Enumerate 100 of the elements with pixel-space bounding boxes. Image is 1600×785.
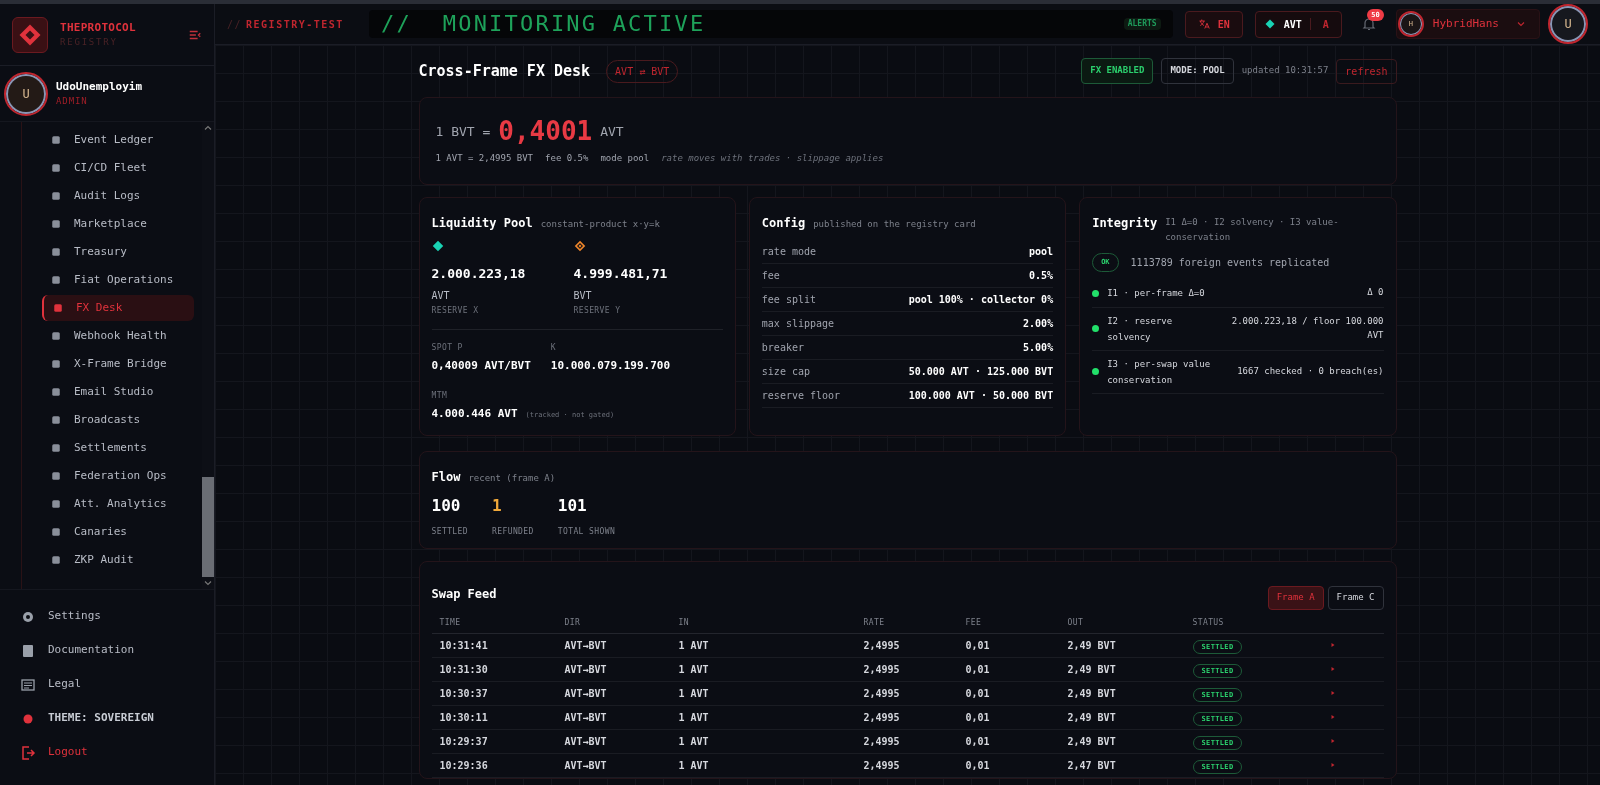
- currency-button[interactable]: AVT A: [1254, 10, 1342, 38]
- frame-tab[interactable]: Frame C: [1327, 586, 1384, 610]
- sidebar-item[interactable]: Att. Analytics: [42, 491, 194, 517]
- sidebar-item[interactable]: FX Desk: [42, 295, 194, 321]
- sidebar-link[interactable]: Legal: [20, 674, 194, 695]
- stat-value: 0,40009 AVT/BVT: [431, 357, 531, 374]
- square-icon: [50, 330, 62, 342]
- sidebar-item[interactable]: Event Ledger: [42, 127, 194, 153]
- table-cell-text: AVT→BVT: [564, 662, 608, 677]
- sidebar-item[interactable]: Marketplace: [42, 211, 194, 237]
- square-icon: [50, 190, 62, 202]
- config-value: 100.000 AVT · 50.000 BVT: [908, 389, 1054, 403]
- column-header: STATUS: [1192, 617, 1225, 629]
- reserve-symbol: AVT: [431, 288, 451, 303]
- account-name: HybridHans: [1432, 15, 1499, 32]
- square-icon: [52, 302, 64, 314]
- table-cell-text: 1 AVT: [678, 710, 710, 725]
- sidebar-link[interactable]: THEME: SOVEREIGN: [20, 708, 194, 729]
- card-title: Integrity: [1092, 215, 1158, 232]
- stat-label: K: [550, 341, 558, 354]
- square-icon: [50, 442, 62, 454]
- config-value: 50.000 AVT · 125.000 BVT: [908, 365, 1054, 379]
- square-icon: [50, 162, 62, 174]
- sidebar-item[interactable]: Broadcasts: [42, 407, 194, 433]
- table-cell-text: 2,49 BVT: [1067, 710, 1117, 725]
- table-cell-text: 2,4995: [863, 734, 901, 749]
- env-label: REGISTRY-TEST: [246, 17, 344, 32]
- scrollbar-track[interactable]: [202, 122, 214, 589]
- config-label: reserve floor: [761, 389, 841, 403]
- scrollbar-thumb[interactable]: [202, 477, 214, 577]
- reserve-value: 4.999.481,71: [573, 265, 669, 283]
- config-label: rate mode: [761, 245, 816, 259]
- config-value: pool: [1029, 245, 1054, 259]
- table-cell-text: 2,4995: [863, 638, 901, 653]
- stat-label: SPOT P: [431, 341, 464, 354]
- square-icon: [50, 470, 62, 482]
- check-label: I3 · per-swap value conservation: [1107, 357, 1212, 387]
- square-icon: [50, 358, 62, 370]
- table-cell-text: 0,01: [965, 638, 991, 653]
- reserve-value: 2.000.223,18: [431, 265, 527, 283]
- user-avatar: U: [8, 75, 44, 112]
- frame-tab[interactable]: Frame A: [1267, 586, 1324, 610]
- translate-icon: [1197, 18, 1210, 30]
- table-cell-text: 10:29:37: [439, 734, 489, 749]
- table-cell-text: 10:29:36: [439, 758, 489, 773]
- table-cell-text: AVT→BVT: [564, 758, 608, 773]
- flow-label: SETTLED: [431, 526, 468, 538]
- column-header: OUT: [1067, 617, 1085, 629]
- sidebar-link[interactable]: Documentation: [20, 640, 194, 661]
- sidebar-item[interactable]: Canaries: [42, 519, 194, 545]
- sidebar-item[interactable]: CI/CD Fleet: [42, 155, 194, 181]
- currency-label: AVT: [1283, 17, 1302, 32]
- card-subtitle: constant-product x·y=k: [540, 218, 660, 231]
- stat-value: 4.000.446 AVT: [431, 406, 518, 422]
- sidebar-item[interactable]: Fiat Operations: [42, 267, 194, 293]
- table-cell-text: 2,4995: [863, 662, 901, 677]
- list-icon: [20, 676, 36, 693]
- mode-text: mode pool: [600, 152, 650, 165]
- mode-badge: MODE: POOL: [1161, 58, 1234, 84]
- sidebar-item[interactable]: Email Studio: [42, 379, 194, 405]
- page-title: Cross-Frame FX Desk: [418, 60, 591, 82]
- language-button[interactable]: EN: [1184, 10, 1243, 38]
- table-cell-text: 2,49 BVT: [1067, 638, 1117, 653]
- table-cell-text: 0,01: [965, 662, 991, 677]
- check-value: Δ 0: [1366, 286, 1384, 300]
- table-cell-text: 1 AVT: [678, 638, 710, 653]
- check-value: 1667 checked · 0 breach(es): [1236, 364, 1384, 378]
- sidebar-item[interactable]: Webhook Health: [42, 323, 194, 349]
- sidebar-item[interactable]: Federation Ops: [42, 463, 194, 489]
- card-subtitle: recent (frame A): [468, 472, 556, 485]
- rate-value: 0,4001: [498, 118, 593, 144]
- sidebar-link[interactable]: Settings: [20, 606, 194, 627]
- table-cell-text: 2,49 BVT: [1067, 686, 1117, 701]
- stat-value: 10.000.079.199.700: [550, 357, 671, 374]
- sidebar-item[interactable]: ZKP Audit: [42, 547, 194, 573]
- sidebar-link[interactable]: Logout: [20, 742, 194, 763]
- column-header: RATE: [863, 617, 886, 629]
- reserve-symbol: BVT: [573, 288, 593, 303]
- column-header: FEE: [965, 617, 983, 629]
- fee-text: fee 0.5%: [545, 152, 589, 165]
- stat-label: MTM: [431, 390, 449, 402]
- table-cell-text: 2,49 BVT: [1067, 662, 1117, 677]
- sidebar-item[interactable]: Audit Logs: [42, 183, 194, 209]
- rate-quote: AVT: [600, 122, 624, 141]
- table-cell-text: 10:31:30: [439, 662, 489, 677]
- frame-label: A: [1321, 17, 1330, 32]
- card-title: Flow: [431, 469, 461, 486]
- sidebar-item[interactable]: Settlements: [42, 435, 194, 461]
- table-cell-text: 1 AVT: [678, 758, 710, 773]
- column-header: IN: [678, 617, 690, 629]
- table-cell-text: 2,4995: [863, 686, 901, 701]
- square-icon: [50, 246, 62, 258]
- table-cell-text: AVT→BVT: [564, 638, 608, 653]
- table-cell-text: 2,47 BVT: [1067, 758, 1117, 773]
- sidebar-item[interactable]: X-Frame Bridge: [42, 351, 194, 377]
- status-badge: FX ENABLED: [1081, 58, 1154, 84]
- square-icon: [50, 526, 62, 538]
- square-icon: [50, 134, 62, 146]
- table-cell-text: AVT→BVT: [564, 734, 608, 749]
- sidebar-item[interactable]: Treasury: [42, 239, 194, 265]
